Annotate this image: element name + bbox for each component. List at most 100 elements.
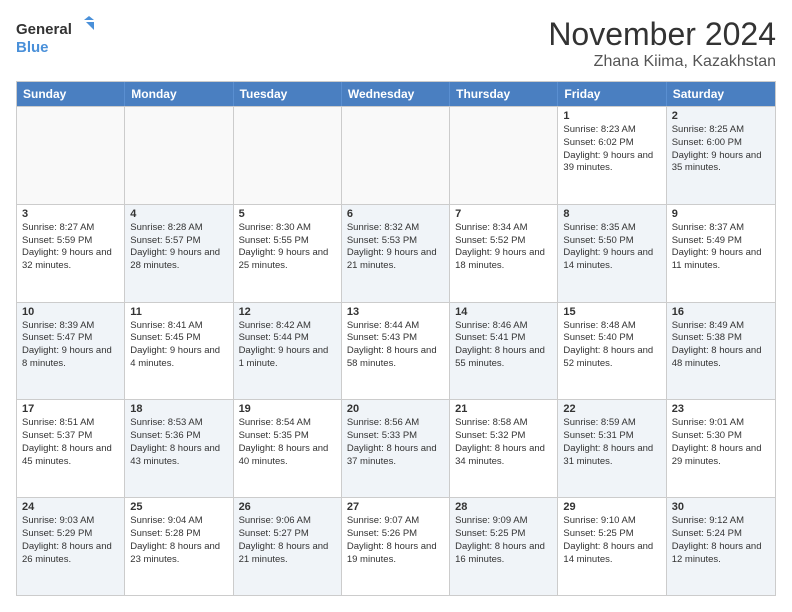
day-number: 5 xyxy=(239,208,336,220)
day-number: 24 xyxy=(22,501,119,513)
calendar-cell xyxy=(125,107,233,204)
svg-text:General: General xyxy=(16,21,72,38)
day-number: 4 xyxy=(130,208,227,220)
calendar-cell: 19 Sunrise: 8:54 AM Sunset: 5:35 PM Dayli… xyxy=(234,400,342,497)
calendar-cell: 18 Sunrise: 8:53 AM Sunset: 5:36 PM Dayli… xyxy=(125,400,233,497)
calendar-cell: 13 Sunrise: 8:44 AM Sunset: 5:43 PM Dayli… xyxy=(342,303,450,400)
cell-details: Sunrise: 8:54 AM Sunset: 5:35 PM Dayligh… xyxy=(239,417,336,468)
calendar-header: SundayMondayTuesdayWednesdayThursdayFrid… xyxy=(17,82,775,106)
calendar-cell: 8Sunrise: 8:35 AM Sunset: 5:50 PM Daylig… xyxy=(558,205,666,302)
calendar-row-4: 17 Sunrise: 8:51 AM Sunset: 5:37 PM Dayli… xyxy=(17,399,775,497)
header-day-sunday: Sunday xyxy=(17,82,125,106)
cell-details: Sunrise: 8:49 AM Sunset: 5:38 PM Dayligh… xyxy=(672,320,770,371)
calendar-cell: 12Sunrise: 8:42 AM Sunset: 5:44 PM Dayli… xyxy=(234,303,342,400)
cell-details: Sunrise: 8:27 AM Sunset: 5:59 PM Dayligh… xyxy=(22,222,119,273)
cell-details: Sunrise: 8:48 AM Sunset: 5:40 PM Dayligh… xyxy=(563,320,660,371)
cell-details: Sunrise: 9:12 AM Sunset: 5:24 PM Dayligh… xyxy=(672,515,770,566)
day-number: 12 xyxy=(239,306,336,318)
calendar-cell: 30 Sunrise: 9:12 AM Sunset: 5:24 PM Dayli… xyxy=(667,498,775,595)
day-number: 7 xyxy=(455,208,552,220)
cell-details: Sunrise: 8:35 AM Sunset: 5:50 PM Dayligh… xyxy=(563,222,660,273)
calendar-cell: 20Sunrise: 8:56 AM Sunset: 5:33 PM Dayli… xyxy=(342,400,450,497)
calendar-cell: 29 Sunrise: 9:10 AM Sunset: 5:25 PM Dayli… xyxy=(558,498,666,595)
calendar-cell: 17 Sunrise: 8:51 AM Sunset: 5:37 PM Dayli… xyxy=(17,400,125,497)
calendar-row-5: 24 Sunrise: 9:03 AM Sunset: 5:29 PM Dayli… xyxy=(17,497,775,595)
cell-details: Sunrise: 9:10 AM Sunset: 5:25 PM Dayligh… xyxy=(563,515,660,566)
subtitle: Zhana Kiima, Kazakhstan xyxy=(548,53,776,71)
cell-details: Sunrise: 8:56 AM Sunset: 5:33 PM Dayligh… xyxy=(347,417,444,468)
calendar-cell: 15 Sunrise: 8:48 AM Sunset: 5:40 PM Dayli… xyxy=(558,303,666,400)
day-number: 10 xyxy=(22,306,119,318)
day-number: 22 xyxy=(563,403,660,415)
cell-details: Sunrise: 9:09 AM Sunset: 5:25 PM Dayligh… xyxy=(455,515,552,566)
cell-details: Sunrise: 8:59 AM Sunset: 5:31 PM Dayligh… xyxy=(563,417,660,468)
cell-details: Sunrise: 8:51 AM Sunset: 5:37 PM Dayligh… xyxy=(22,417,119,468)
day-number: 6 xyxy=(347,208,444,220)
day-number: 17 xyxy=(22,403,119,415)
calendar-cell: 21Sunrise: 8:58 AM Sunset: 5:32 PM Dayli… xyxy=(450,400,558,497)
day-number: 19 xyxy=(239,403,336,415)
svg-text:Blue: Blue xyxy=(16,39,49,56)
calendar-cell: 6 Sunrise: 8:32 AM Sunset: 5:53 PM Daylig… xyxy=(342,205,450,302)
day-number: 29 xyxy=(563,501,660,513)
day-number: 30 xyxy=(672,501,770,513)
cell-details: Sunrise: 8:23 AM Sunset: 6:02 PM Dayligh… xyxy=(563,124,660,175)
calendar-cell: 26Sunrise: 9:06 AM Sunset: 5:27 PM Dayli… xyxy=(234,498,342,595)
header-day-wednesday: Wednesday xyxy=(342,82,450,106)
cell-details: Sunrise: 9:07 AM Sunset: 5:26 PM Dayligh… xyxy=(347,515,444,566)
cell-details: Sunrise: 8:46 AM Sunset: 5:41 PM Dayligh… xyxy=(455,320,552,371)
header-day-friday: Friday xyxy=(558,82,666,106)
day-number: 3 xyxy=(22,208,119,220)
calendar-cell: 4 Sunrise: 8:28 AM Sunset: 5:57 PM Daylig… xyxy=(125,205,233,302)
calendar-cell: 11 Sunrise: 8:41 AM Sunset: 5:45 PM Dayli… xyxy=(125,303,233,400)
calendar-row-1: 1 Sunrise: 8:23 AM Sunset: 6:02 PM Daylig… xyxy=(17,106,775,204)
cell-details: Sunrise: 8:28 AM Sunset: 5:57 PM Dayligh… xyxy=(130,222,227,273)
calendar-cell: 3 Sunrise: 8:27 AM Sunset: 5:59 PM Daylig… xyxy=(17,205,125,302)
day-number: 13 xyxy=(347,306,444,318)
calendar-cell xyxy=(17,107,125,204)
calendar-cell: 1 Sunrise: 8:23 AM Sunset: 6:02 PM Daylig… xyxy=(558,107,666,204)
cell-details: Sunrise: 8:37 AM Sunset: 5:49 PM Dayligh… xyxy=(672,222,770,273)
calendar-cell xyxy=(234,107,342,204)
cell-details: Sunrise: 8:44 AM Sunset: 5:43 PM Dayligh… xyxy=(347,320,444,371)
day-number: 18 xyxy=(130,403,227,415)
page-header: General Blue November 2024 Zhana Kiima, … xyxy=(16,16,776,71)
day-number: 16 xyxy=(672,306,770,318)
calendar-row-3: 10Sunrise: 8:39 AM Sunset: 5:47 PM Dayli… xyxy=(17,302,775,400)
calendar-cell: 10Sunrise: 8:39 AM Sunset: 5:47 PM Dayli… xyxy=(17,303,125,400)
calendar-body: 1 Sunrise: 8:23 AM Sunset: 6:02 PM Daylig… xyxy=(17,106,775,595)
title-block: November 2024 Zhana Kiima, Kazakhstan xyxy=(548,16,776,71)
calendar-cell: 16 Sunrise: 8:49 AM Sunset: 5:38 PM Dayli… xyxy=(667,303,775,400)
calendar-cell: 23Sunrise: 9:01 AM Sunset: 5:30 PM Dayli… xyxy=(667,400,775,497)
calendar-cell xyxy=(450,107,558,204)
calendar-cell: 25 Sunrise: 9:04 AM Sunset: 5:28 PM Dayli… xyxy=(125,498,233,595)
cell-details: Sunrise: 8:53 AM Sunset: 5:36 PM Dayligh… xyxy=(130,417,227,468)
header-day-thursday: Thursday xyxy=(450,82,558,106)
calendar-cell: 5 Sunrise: 8:30 AM Sunset: 5:55 PM Daylig… xyxy=(234,205,342,302)
calendar-cell: 9Sunrise: 8:37 AM Sunset: 5:49 PM Daylig… xyxy=(667,205,775,302)
cell-details: Sunrise: 9:04 AM Sunset: 5:28 PM Dayligh… xyxy=(130,515,227,566)
calendar-cell: 22 Sunrise: 8:59 AM Sunset: 5:31 PM Dayli… xyxy=(558,400,666,497)
cell-details: Sunrise: 9:03 AM Sunset: 5:29 PM Dayligh… xyxy=(22,515,119,566)
calendar-cell: 14 Sunrise: 8:46 AM Sunset: 5:41 PM Dayli… xyxy=(450,303,558,400)
cell-details: Sunrise: 8:32 AM Sunset: 5:53 PM Dayligh… xyxy=(347,222,444,273)
calendar-cell: 28 Sunrise: 9:09 AM Sunset: 5:25 PM Dayli… xyxy=(450,498,558,595)
day-number: 27 xyxy=(347,501,444,513)
header-day-saturday: Saturday xyxy=(667,82,775,106)
cell-details: Sunrise: 8:30 AM Sunset: 5:55 PM Dayligh… xyxy=(239,222,336,273)
day-number: 14 xyxy=(455,306,552,318)
day-number: 1 xyxy=(563,110,660,122)
logo-svg: General Blue xyxy=(16,16,96,60)
calendar-cell: 7Sunrise: 8:34 AM Sunset: 5:52 PM Daylig… xyxy=(450,205,558,302)
day-number: 25 xyxy=(130,501,227,513)
day-number: 28 xyxy=(455,501,552,513)
calendar-cell: 24 Sunrise: 9:03 AM Sunset: 5:29 PM Dayli… xyxy=(17,498,125,595)
main-title: November 2024 xyxy=(548,16,776,53)
day-number: 11 xyxy=(130,306,227,318)
day-number: 2 xyxy=(672,110,770,122)
day-number: 21 xyxy=(455,403,552,415)
cell-details: Sunrise: 8:41 AM Sunset: 5:45 PM Dayligh… xyxy=(130,320,227,371)
day-number: 15 xyxy=(563,306,660,318)
header-day-tuesday: Tuesday xyxy=(234,82,342,106)
day-number: 23 xyxy=(672,403,770,415)
